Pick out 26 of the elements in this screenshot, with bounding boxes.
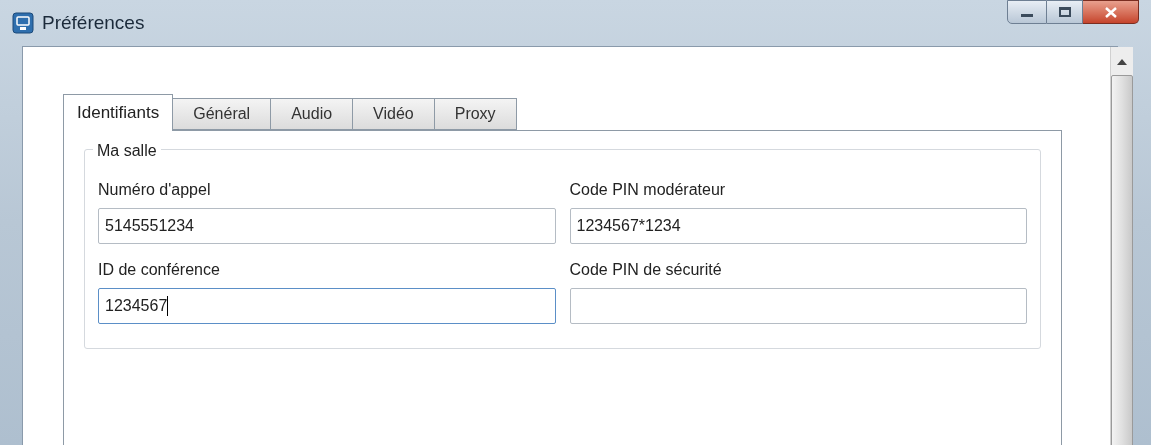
input-field[interactable] <box>569 288 1027 324</box>
input-field[interactable]: 5145551234 <box>98 208 556 244</box>
input-field[interactable]: 1234567*1234 <box>569 208 1027 244</box>
close-icon <box>1104 6 1117 18</box>
maximize-icon <box>1058 7 1071 17</box>
maximize-button[interactable] <box>1047 0 1083 24</box>
close-button[interactable] <box>1083 0 1139 24</box>
field-label: Code PIN de sécurité <box>569 260 723 280</box>
tab[interactable]: Vidéo <box>353 98 435 130</box>
window-title: Préférences <box>42 10 145 35</box>
minimize-icon <box>1021 13 1033 17</box>
tab[interactable]: Identifiants <box>63 94 174 131</box>
field-label: Code PIN modérateur <box>569 180 727 200</box>
field-value: 1234567*1234 <box>576 216 681 236</box>
field-label: Numéro d'appel <box>98 180 212 200</box>
app-icon <box>12 12 34 34</box>
field-value: 1234567 <box>105 296 168 316</box>
field-label: ID de conférence <box>98 260 221 280</box>
tab[interactable]: Audio <box>271 98 354 130</box>
tab[interactable]: Proxy <box>434 98 517 130</box>
input-field[interactable]: 1234567 <box>98 288 556 324</box>
tab[interactable]: Général <box>173 98 272 130</box>
minimize-button[interactable] <box>1007 0 1047 24</box>
field-value: 5145551234 <box>105 216 194 236</box>
text-cursor <box>167 296 169 316</box>
scroll-up-icon[interactable] <box>1117 59 1127 65</box>
